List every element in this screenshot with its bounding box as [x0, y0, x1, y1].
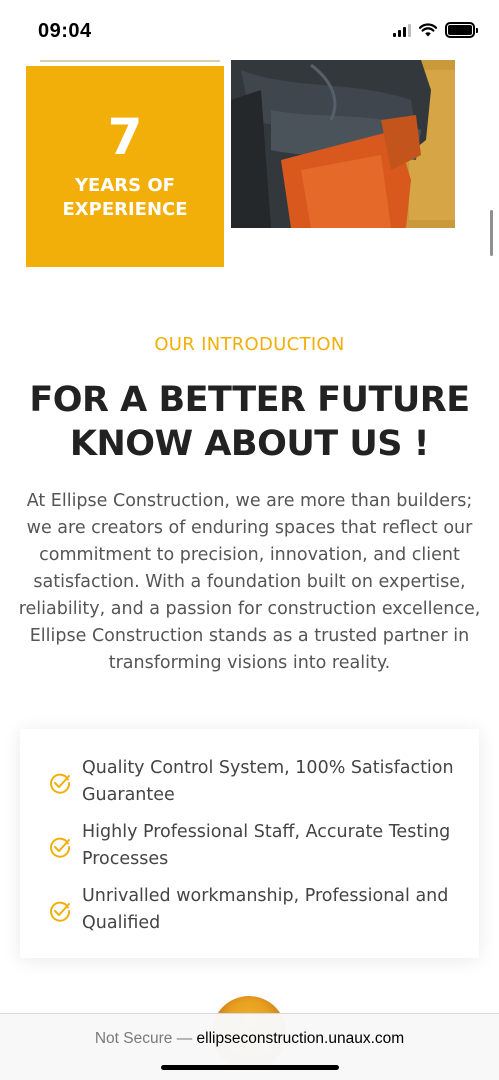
experience-number: 7 [107, 107, 143, 166]
experience-label-line1: YEARS OF [75, 174, 175, 196]
worker-photo [231, 60, 455, 228]
features-card: Quality Control System, 100% Satisfactio… [20, 729, 479, 958]
url-display[interactable]: Not Secure — ellipseconstruction.unaux.c… [0, 1030, 499, 1048]
intro-heading-line2: KNOW ABOUT US ! [69, 424, 430, 464]
experience-label-line2: EXPERIENCE [62, 198, 188, 220]
status-bar: 09:04 [0, 0, 499, 60]
not-secure-label: Not Secure — [94, 1030, 193, 1047]
experience-badge: 7 YEARS OF EXPERIENCE [26, 66, 224, 267]
intro-heading: FOR A BETTER FUTURE KNOW ABOUT US ! [0, 378, 499, 466]
cellular-signal-icon [393, 23, 411, 37]
intro-eyebrow: OUR INTRODUCTION [154, 334, 345, 355]
intro-body: At Ellipse Construction, we are more tha… [18, 491, 481, 673]
check-badge-icon [50, 901, 71, 922]
status-icons [393, 22, 478, 38]
feature-item: Highly Professional Staff, Accurate Test… [48, 819, 459, 873]
check-badge-icon [50, 773, 71, 794]
scrollbar[interactable] [490, 210, 493, 256]
intro-heading-line1: FOR A BETTER FUTURE [29, 380, 470, 420]
status-time: 09:04 [38, 20, 92, 42]
feature-text: Quality Control System, 100% Satisfactio… [82, 758, 454, 805]
feature-text: Unrivalled workmanship, Professional and… [82, 886, 449, 933]
feature-item: Unrivalled workmanship, Professional and… [48, 883, 459, 937]
check-badge-icon [50, 837, 71, 858]
home-indicator[interactable] [161, 1065, 339, 1070]
feature-item: Quality Control System, 100% Satisfactio… [48, 755, 459, 809]
battery-icon [445, 22, 478, 38]
browser-address-bar[interactable]: Not Secure — ellipseconstruction.unaux.c… [0, 1013, 499, 1080]
feature-text: Highly Professional Staff, Accurate Test… [82, 822, 451, 869]
wifi-icon [419, 23, 437, 37]
url-domain: ellipseconstruction.unaux.com [196, 1030, 405, 1047]
